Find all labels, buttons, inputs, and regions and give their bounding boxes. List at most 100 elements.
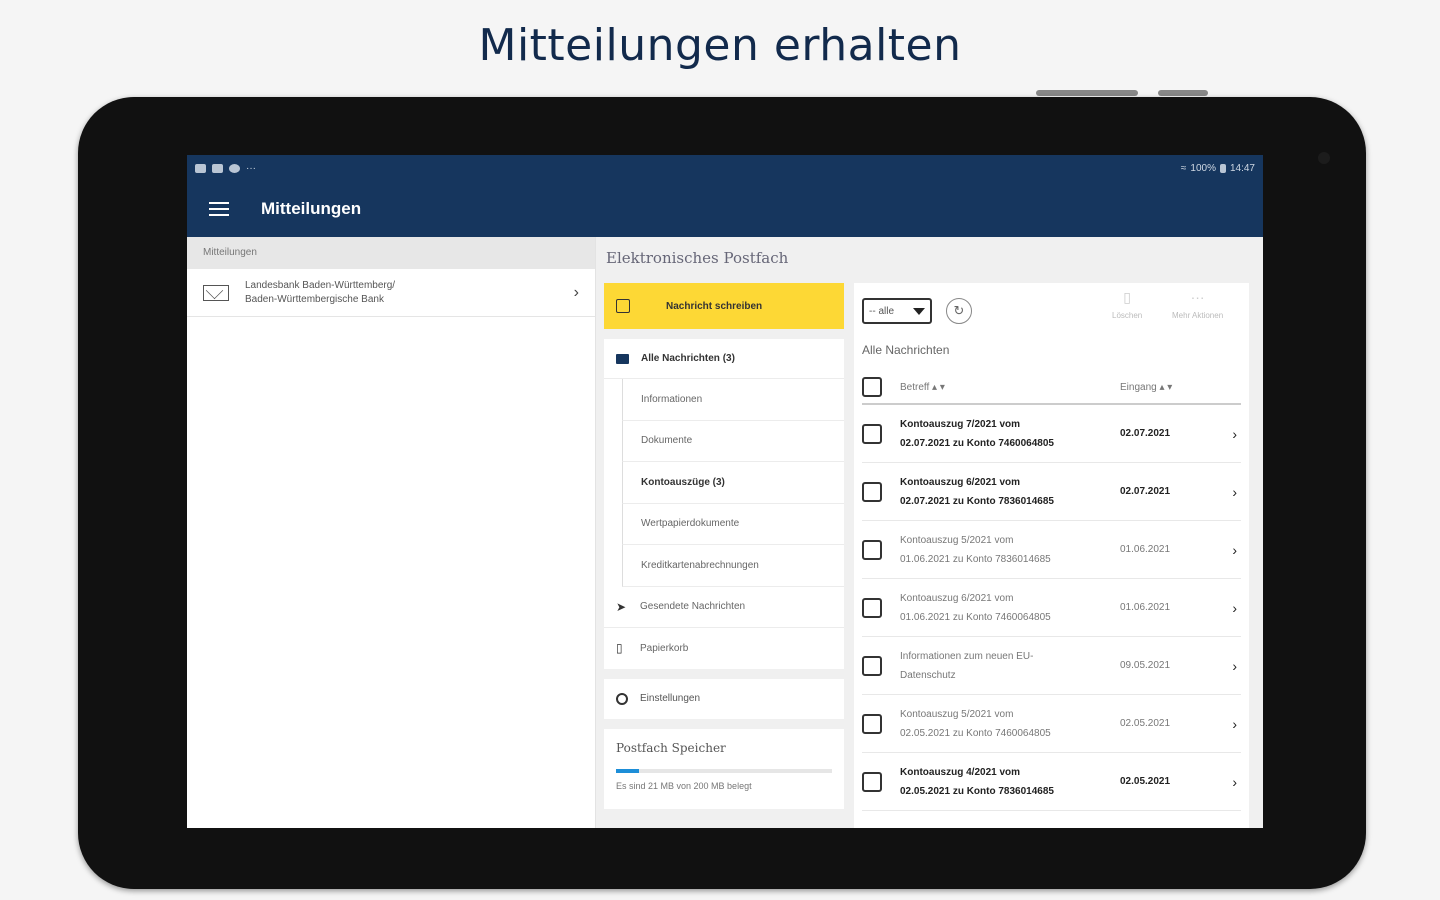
- chevron-right-icon: ›: [1232, 773, 1237, 790]
- message-subject: Kontoauszug 6/2021 vom 01.06.2021 zu Kont…: [900, 592, 1051, 623]
- list-toolbar: -- alle ↻ ▯ Löschen ··· Mehr Aktionen: [854, 283, 1249, 339]
- gear-icon: [616, 692, 628, 705]
- message-date: 09.05.2021: [1120, 660, 1171, 671]
- subfolder-kreditkartenabrechnungen[interactable]: Kreditkartenabrechnungen: [622, 545, 844, 587]
- row-checkbox[interactable]: [862, 597, 882, 618]
- storage-title: Postfach Speicher: [616, 740, 726, 755]
- chevron-right-icon: ›: [573, 283, 579, 301]
- message-row[interactable]: Kontoauszug 5/2021 vom 01.06.2021 zu Kont…: [862, 521, 1241, 579]
- message-subject: Kontoauszug 5/2021 vom 02.05.2021 zu Kont…: [900, 708, 1051, 739]
- row-checkbox[interactable]: [862, 539, 882, 560]
- message-date: 02.07.2021: [1120, 428, 1171, 439]
- message-row[interactable]: Kontoauszug 5/2021 vom 02.05.2021 zu Kont…: [862, 695, 1241, 753]
- storage-progress-bar: [616, 768, 832, 773]
- folder-sent[interactable]: ➤ Gesendete Nachrichten: [604, 587, 844, 628]
- storage-card: Postfach Speicher Es sind 21 MB von 200 …: [604, 728, 844, 809]
- chevron-right-icon: ›: [1232, 541, 1237, 558]
- battery-text: 100%: [1190, 162, 1216, 174]
- delete-label: Löschen: [1112, 311, 1143, 320]
- message-date: 01.06.2021: [1120, 602, 1171, 613]
- compose-icon: [616, 299, 630, 313]
- message-row[interactable]: Kontoauszug 4/2021 vom 02.05.2021 zu Kont…: [862, 753, 1241, 811]
- trash-icon: ▯: [1123, 289, 1131, 305]
- filter-dropdown[interactable]: -- alle: [862, 298, 932, 324]
- trash-icon: ▯: [616, 641, 623, 655]
- delete-button[interactable]: ▯ Löschen: [1112, 289, 1142, 320]
- filter-value: -- alle: [869, 305, 895, 317]
- left-pane: Mitteilungen Landesbank Baden-Württember…: [187, 237, 596, 828]
- message-date: 02.05.2021: [1120, 776, 1171, 787]
- message-row[interactable]: Kontoauszug 7/2021 vom 02.07.2021 zu Kont…: [862, 405, 1241, 463]
- left-pane-header: Mitteilungen: [187, 237, 595, 269]
- message-subject: Kontoauszug 7/2021 vom 02.07.2021 zu Kont…: [900, 418, 1054, 449]
- message-date: 02.05.2021: [1120, 718, 1171, 729]
- mail-icon: [203, 284, 229, 301]
- folder-trash[interactable]: ▯ Papierkorb: [604, 628, 844, 669]
- chevron-right-icon: ›: [1232, 599, 1237, 616]
- write-message-button[interactable]: Nachricht schreiben: [604, 283, 844, 329]
- folder-trash-label: Papierkorb: [640, 642, 689, 654]
- write-message-label: Nachricht schreiben: [666, 300, 763, 312]
- message-list-pane: -- alle ↻ ▯ Löschen ··· Mehr Aktionen Al…: [854, 283, 1249, 828]
- more-actions-button[interactable]: ··· Mehr Aktionen: [1172, 289, 1223, 320]
- settings-icon: [229, 163, 240, 173]
- subfolder-kontoauszuege[interactable]: Kontoauszüge (3): [622, 462, 844, 504]
- row-checkbox[interactable]: [862, 423, 882, 444]
- folder-card: Alle Nachrichten (3) Informationen Dokum…: [604, 339, 844, 669]
- message-row[interactable]: Kontoauszug 6/2021 vom 02.07.2021 zu Kont…: [862, 463, 1241, 521]
- wifi-icon: ≈: [1180, 162, 1187, 174]
- storage-text: Es sind 21 MB von 200 MB belegt: [616, 780, 752, 791]
- message-subject: Kontoauszug 6/2021 vom 02.07.2021 zu Kont…: [900, 476, 1054, 507]
- status-bar: ··· ≈ 100% 14:47: [187, 155, 1263, 181]
- message-subject: Kontoauszug 5/2021 vom 01.06.2021 zu Kont…: [900, 534, 1051, 565]
- message-subject: Kontoauszug 4/2021 vom 02.05.2021 zu Kont…: [900, 766, 1054, 797]
- bank-name-line2: Baden-Württembergische Bank: [245, 293, 384, 305]
- select-all-checkbox[interactable]: [862, 377, 882, 397]
- more-icon: ···: [246, 162, 256, 174]
- settings-item[interactable]: Einstellungen: [604, 678, 844, 719]
- list-header: Betreff ▴ ▾ Eingang ▴ ▾: [862, 371, 1241, 405]
- chevron-right-icon: ›: [1232, 483, 1237, 500]
- clock: 14:47: [1229, 162, 1255, 174]
- row-checkbox[interactable]: [862, 655, 882, 676]
- app-title: Mitteilungen: [261, 199, 362, 218]
- row-checkbox[interactable]: [862, 481, 882, 502]
- message-row[interactable]: Informationen zum neuen EU- Datenschutz 09…: [862, 637, 1241, 695]
- folder-all-messages[interactable]: Alle Nachrichten (3): [604, 339, 844, 379]
- bank-name-line1: Landesbank Baden-Württemberg/: [245, 279, 396, 291]
- chevron-right-icon: ›: [1232, 657, 1237, 674]
- chevron-right-icon: ›: [1232, 715, 1237, 732]
- storage-progress-fill: [616, 768, 639, 773]
- folder-all-messages-label: Alle Nachrichten (3): [641, 353, 735, 364]
- more-icon: ···: [1190, 289, 1205, 305]
- camera: [1318, 152, 1330, 164]
- more-actions-label: Mehr Aktionen: [1172, 311, 1224, 320]
- envelope-icon: [616, 353, 629, 364]
- menu-icon[interactable]: [209, 202, 229, 216]
- chevron-right-icon: ›: [1232, 425, 1237, 442]
- play-store-icon: [212, 163, 223, 173]
- battery-icon: [1219, 163, 1226, 173]
- message-rows: Kontoauszug 7/2021 vom 02.07.2021 zu Kont…: [854, 405, 1249, 811]
- refresh-icon[interactable]: ↻: [946, 298, 972, 324]
- row-checkbox[interactable]: [862, 713, 882, 734]
- message-date: 01.06.2021: [1120, 544, 1171, 555]
- chevron-down-icon: [913, 307, 925, 315]
- headline: Mitteilungen erhalten: [478, 20, 962, 71]
- column-subject[interactable]: Betreff ▴ ▾: [900, 382, 1120, 393]
- postfach-pane: Elektronisches Postfach Nachricht schrei…: [596, 237, 1263, 828]
- send-icon: ➤: [616, 599, 627, 614]
- bank-item[interactable]: Landesbank Baden-Württemberg/ Baden-Würt…: [187, 269, 595, 317]
- folder-nav: Nachricht schreiben Alle Nachrichten (3)…: [604, 283, 844, 809]
- subfolder-wertpapierdokumente[interactable]: Wertpapierdokumente: [622, 503, 844, 545]
- settings-label: Einstellungen: [640, 693, 701, 704]
- message-row[interactable]: Kontoauszug 6/2021 vom 01.06.2021 zu Kont…: [862, 579, 1241, 637]
- postfach-title: Elektronisches Postfach: [606, 249, 789, 267]
- row-checkbox[interactable]: [862, 771, 882, 792]
- subfolder-informationen[interactable]: Informationen: [622, 379, 844, 421]
- subfolder-dokumente[interactable]: Dokumente: [622, 420, 844, 462]
- power-button: [1158, 90, 1208, 96]
- column-date[interactable]: Eingang ▴ ▾: [1120, 382, 1210, 393]
- message-date: 02.07.2021: [1120, 486, 1171, 497]
- message-subject: Informationen zum neuen EU- Datenschutz: [900, 650, 1034, 681]
